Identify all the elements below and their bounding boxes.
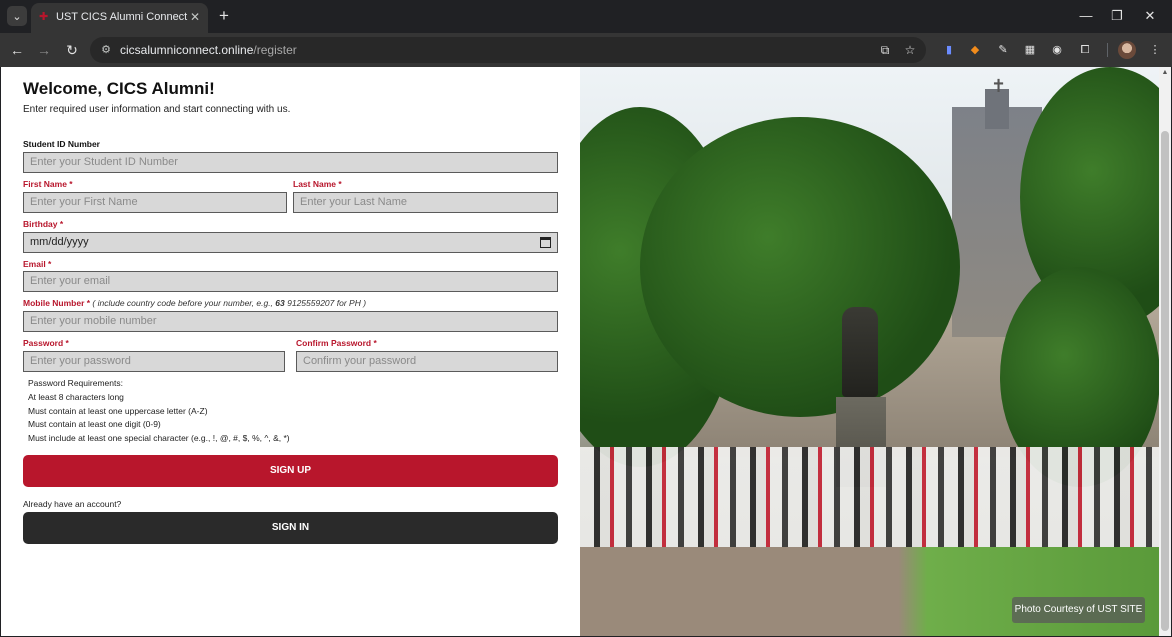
extension-metamask-icon[interactable]: ◆	[966, 41, 984, 59]
extension-bitwarden-icon[interactable]: ▮	[940, 41, 958, 59]
url-path: /register	[253, 43, 297, 57]
photo-credit: Photo Courtesy of UST SITE	[1012, 597, 1145, 623]
mobile-label-text: Mobile Number *	[23, 298, 91, 308]
url-host: cicsalumniconnect.online	[120, 43, 254, 57]
sign-in-button[interactable]: SIGN IN	[23, 512, 558, 544]
tab-title: UST CICS Alumni Connect	[56, 11, 188, 23]
profile-avatar[interactable]	[1118, 41, 1136, 59]
have-account-text: Already have an account?	[23, 499, 122, 509]
page-title: Welcome, CICS Alumni!	[23, 79, 215, 98]
restore-icon[interactable]: ❐	[1107, 6, 1127, 26]
cross-icon: ✝	[991, 76, 1007, 96]
menu-kebab-icon[interactable]: ⋮	[1146, 41, 1164, 59]
install-app-icon[interactable]: ⧉	[876, 41, 894, 59]
last-name-input[interactable]: Enter your Last Name	[293, 192, 558, 213]
password-input[interactable]: Enter your password	[23, 351, 285, 372]
reload-icon[interactable]: ↻	[62, 40, 82, 60]
extensions-puzzle-icon[interactable]: ⧠	[1076, 41, 1094, 59]
active-tab[interactable]: ✚ UST CICS Alumni Connect ✕	[31, 3, 208, 33]
extension-pen-icon[interactable]: ✎	[994, 41, 1012, 59]
tab-strip: ⌄ ✚ UST CICS Alumni Connect ✕ + — ❐ ✕	[0, 0, 1172, 33]
site-info-icon[interactable]: ⚙	[98, 42, 114, 58]
birthday-label: Birthday *	[23, 219, 64, 229]
page-viewport: Welcome, CICS Alumni! Enter required use…	[1, 67, 1171, 636]
password-requirement: Must contain at least one uppercase lett…	[28, 406, 208, 416]
photo-crowd	[580, 447, 1159, 557]
mobile-hint-post: 9125559207 for PH )	[284, 298, 367, 308]
mobile-hint-pre: ( include country code before your numbe…	[90, 298, 276, 308]
forward-icon[interactable]: →	[34, 40, 54, 60]
extension-camera-icon[interactable]: ◉	[1048, 41, 1066, 59]
campus-photo: ✝ Photo Courtesy of UST SITE	[580, 67, 1159, 636]
mobile-hint: ( include country code before your numbe…	[90, 298, 366, 308]
photo-tree	[640, 117, 960, 417]
photo-statue	[842, 307, 878, 397]
last-name-label: Last Name *	[293, 179, 342, 189]
birthday-value: mm/dd/yyyy	[30, 236, 89, 248]
password-requirement: At least 8 characters long	[28, 392, 124, 402]
birthday-input[interactable]: mm/dd/yyyy	[23, 232, 558, 253]
ust-favicon-icon: ✚	[39, 11, 49, 23]
browser-toolbar: ← → ↻ ⚙ cicsalumniconnect.online/registe…	[0, 33, 1172, 67]
password-label: Password *	[23, 338, 69, 348]
browser-window: ⌄ ✚ UST CICS Alumni Connect ✕ + — ❐ ✕ ← …	[0, 0, 1172, 637]
close-window-icon[interactable]: ✕	[1140, 6, 1160, 26]
new-tab-icon[interactable]: +	[214, 6, 234, 26]
sign-up-button[interactable]: SIGN UP	[23, 455, 558, 487]
toolbar-separator	[1107, 43, 1108, 57]
mobile-input[interactable]: Enter your mobile number	[23, 311, 558, 332]
first-name-input[interactable]: Enter your First Name	[23, 192, 287, 213]
minimize-icon[interactable]: —	[1076, 6, 1096, 26]
email-label: Email *	[23, 259, 52, 269]
student-id-label: Student ID Number	[23, 139, 100, 149]
scroll-up-icon[interactable]: ▲	[1161, 69, 1169, 77]
mobile-hint-code: 63	[275, 298, 285, 308]
confirm-password-label: Confirm Password *	[296, 338, 377, 348]
page-scrollbar[interactable]: ▲	[1159, 67, 1171, 636]
extension-qr-icon[interactable]: ▦	[1021, 41, 1039, 59]
register-form: Welcome, CICS Alumni! Enter required use…	[1, 67, 580, 636]
email-input[interactable]: Enter your email	[23, 271, 558, 292]
first-name-label: First Name *	[23, 179, 73, 189]
mobile-label: Mobile Number * ( include country code b…	[23, 298, 366, 308]
close-tab-icon[interactable]: ✕	[187, 9, 203, 25]
bookmark-star-icon[interactable]: ☆	[901, 41, 919, 59]
password-requirement: Must contain at least one digit (0-9)	[28, 419, 161, 429]
password-requirements-title: Password Requirements:	[28, 378, 123, 388]
confirm-password-input[interactable]: Confirm your password	[296, 351, 558, 372]
calendar-icon[interactable]	[540, 237, 551, 248]
page-subtitle: Enter required user information and star…	[23, 104, 291, 115]
address-bar[interactable]: ⚙ cicsalumniconnect.online/register ⧉ ☆	[90, 37, 926, 63]
back-icon[interactable]: ←	[7, 40, 27, 60]
url-text: cicsalumniconnect.online/register	[120, 43, 297, 57]
student-id-input[interactable]: Enter your Student ID Number	[23, 152, 558, 173]
password-requirement: Must include at least one special charac…	[28, 433, 290, 443]
scroll-thumb[interactable]	[1161, 131, 1169, 631]
tab-search-icon[interactable]: ⌄	[7, 6, 27, 26]
